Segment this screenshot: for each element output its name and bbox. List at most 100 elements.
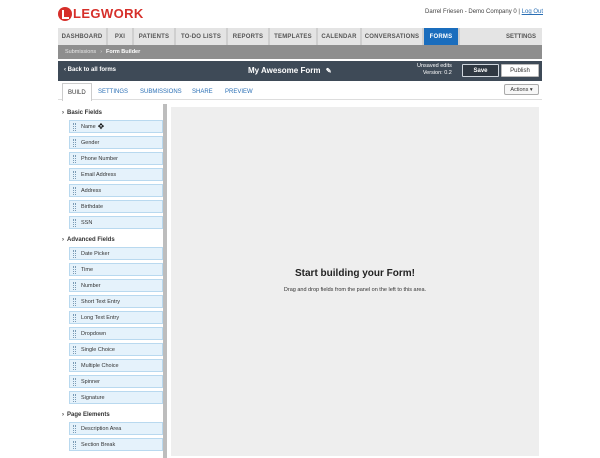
field-section-break[interactable]: Section Break: [69, 438, 163, 451]
section-page-elements[interactable]: › Page Elements: [62, 412, 110, 418]
canvas-title: Start building your Form!: [295, 268, 415, 279]
drag-handle-icon: [73, 139, 76, 147]
field-label: Multiple Choice: [81, 362, 119, 369]
save-button[interactable]: Save: [462, 64, 499, 77]
field-label: Signature: [81, 394, 105, 401]
section-basic-fields[interactable]: › Basic Fields: [62, 110, 102, 116]
field-label: Address: [81, 187, 102, 194]
breadcrumb-form-builder: Form Builder: [106, 49, 141, 55]
field-label: Email Address: [81, 171, 117, 178]
field-single-choice[interactable]: Single Choice: [69, 343, 163, 356]
tab-build[interactable]: BUILD: [62, 83, 92, 101]
nav-tab-conversations[interactable]: CONVERSATIONS: [362, 28, 424, 45]
field-label: Dropdown: [81, 330, 107, 337]
logo-icon: [58, 6, 72, 21]
user-info: Darrel Friesen - Demo Company 0 | Log Ou…: [425, 9, 543, 15]
field-spinner[interactable]: Spinner: [69, 375, 163, 388]
field-label: Time: [81, 266, 94, 273]
nav-tab-reports[interactable]: REPORTS: [228, 28, 270, 45]
drag-handle-icon: [73, 155, 76, 163]
breadcrumb-submissions[interactable]: Submissions: [65, 49, 96, 55]
drag-handle-icon: [73, 394, 76, 402]
drag-handle-icon: [73, 330, 76, 338]
nav-tab-todo-lists[interactable]: TO-DO LISTS: [176, 28, 228, 45]
chevron-left-icon: ‹: [64, 67, 66, 73]
pencil-icon[interactable]: ✎: [326, 67, 332, 75]
top-header: LEGWORK Darrel Friesen - Demo Company 0 …: [0, 0, 600, 27]
tab-preview[interactable]: PREVIEW: [225, 83, 253, 100]
breadcrumb-separator: ›: [100, 49, 103, 55]
drag-handle-icon: [73, 282, 76, 290]
field-palette[interactable]: › Basic Fields Name ✥ Gender Phone Number …: [58, 104, 167, 458]
move-cursor-icon: ✥: [97, 121, 105, 131]
chevron-right-icon: ›: [62, 110, 64, 116]
field-phone-number[interactable]: Phone Number: [69, 152, 163, 165]
nav-tab-pxi[interactable]: PXI: [108, 28, 134, 45]
field-label: Short Text Entry: [81, 298, 121, 305]
nav-tab-forms[interactable]: FORMS: [424, 28, 460, 45]
section-title: Page Elements: [67, 412, 110, 418]
field-date-picker[interactable]: Date Picker: [69, 247, 163, 260]
field-number[interactable]: Number: [69, 279, 163, 292]
drag-handle-icon: [73, 203, 76, 211]
tab-submissions[interactable]: SUBMISSIONS: [140, 83, 182, 100]
user-name: Darrel Friesen - Demo Company 0: [425, 9, 517, 15]
nav-spacer: [460, 28, 500, 45]
field-label: Section Break: [81, 441, 116, 448]
drag-handle-icon: [73, 362, 76, 370]
unsaved-status: Unsaved edits Version: 0.2: [417, 63, 452, 77]
field-name[interactable]: Name ✥: [69, 120, 163, 133]
field-address[interactable]: Address: [69, 184, 163, 197]
canvas-instructions: Drag and drop fields from the panel on t…: [283, 287, 427, 293]
drag-handle-icon: [73, 266, 76, 274]
field-label: SSN: [81, 219, 93, 226]
drag-handle-icon: [73, 378, 76, 386]
nav-tab-calendar[interactable]: CALENDAR: [318, 28, 362, 45]
field-label: Phone Number: [81, 155, 118, 162]
tab-settings[interactable]: SETTINGS: [98, 83, 128, 100]
field-birthdate[interactable]: Birthdate: [69, 200, 163, 213]
logo[interactable]: LEGWORK: [58, 6, 144, 21]
back-link-label: Back to all forms: [67, 67, 117, 73]
drag-handle-icon: [73, 171, 76, 179]
section-title: Advanced Fields: [67, 237, 115, 243]
form-canvas-dropzone[interactable]: Start building your Form! Drag and drop …: [171, 107, 539, 456]
field-description-area[interactable]: Description Area: [69, 422, 163, 435]
nav-tab-patients[interactable]: PATIENTS: [134, 28, 176, 45]
field-label: Number: [81, 282, 101, 289]
actions-dropdown[interactable]: Actions ▾: [504, 84, 539, 95]
field-multiple-choice[interactable]: Multiple Choice: [69, 359, 163, 372]
field-time[interactable]: Time: [69, 263, 163, 276]
field-email-address[interactable]: Email Address: [69, 168, 163, 181]
section-advanced-fields[interactable]: › Advanced Fields: [62, 237, 115, 243]
publish-button[interactable]: Publish: [501, 64, 539, 77]
field-label: Date Picker: [81, 250, 110, 257]
drag-handle-icon: [73, 123, 76, 131]
field-short-text-entry[interactable]: Short Text Entry: [69, 295, 163, 308]
tab-share[interactable]: SHARE: [192, 83, 213, 100]
nav-tab-dashboard[interactable]: DASHBOARD: [58, 28, 108, 45]
back-to-forms-link[interactable]: ‹ Back to all forms: [64, 67, 116, 73]
drag-handle-icon: [73, 314, 76, 322]
field-dropdown[interactable]: Dropdown: [69, 327, 163, 340]
field-signature[interactable]: Signature: [69, 391, 163, 404]
form-title-text: My Awesome Form: [248, 66, 321, 75]
field-ssn[interactable]: SSN: [69, 216, 163, 229]
chevron-right-icon: ›: [62, 412, 64, 418]
field-label: Description Area: [81, 425, 122, 432]
form-title[interactable]: My Awesome Form ✎: [248, 66, 332, 75]
field-long-text-entry[interactable]: Long Text Entry: [69, 311, 163, 324]
form-toolbar: ‹ Back to all forms My Awesome Form ✎ Un…: [58, 61, 542, 81]
nav-tab-templates[interactable]: TEMPLATES: [270, 28, 318, 45]
field-label: Gender: [81, 139, 100, 146]
field-gender[interactable]: Gender: [69, 136, 163, 149]
logout-link[interactable]: Log Out: [522, 9, 543, 15]
builder-tabs: BUILD SETTINGS SUBMISSIONS SHARE PREVIEW…: [58, 83, 542, 101]
nav-tab-settings[interactable]: SETTINGS: [500, 28, 542, 45]
drag-handle-icon: [73, 425, 76, 433]
section-title: Basic Fields: [67, 110, 103, 116]
field-label: Single Choice: [81, 346, 115, 353]
field-label: Birthdate: [81, 203, 104, 210]
main-nav: DASHBOARD PXI PATIENTS TO-DO LISTS REPOR…: [58, 28, 542, 45]
version-text: Version: 0.2: [422, 70, 452, 76]
